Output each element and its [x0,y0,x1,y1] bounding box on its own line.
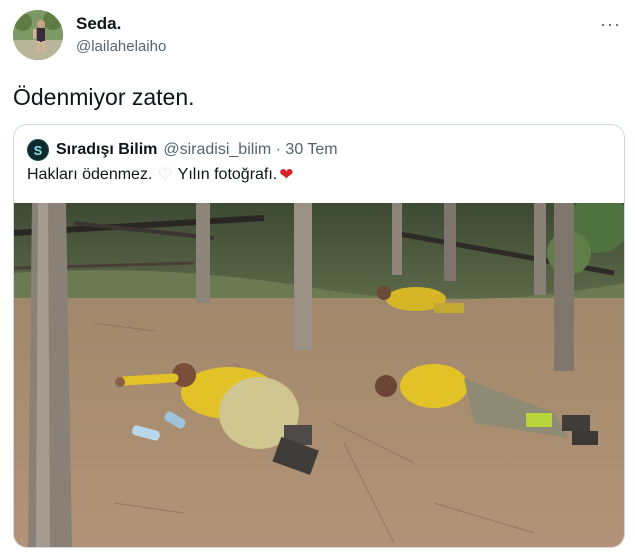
user-handle[interactable]: @lailahelaiho [76,38,166,55]
quoted-text-part-1: Hakları ödenmez. [27,166,153,183]
red-heart-icon: ❤ [279,165,294,184]
more-options-icon[interactable]: ··· [600,14,621,35]
forest-photo[interactable] [14,203,624,547]
display-name[interactable]: Seda. [76,14,121,34]
avatar[interactable] [13,10,63,60]
quoted-display-name[interactable]: Sıradışı Bilim [56,141,157,159]
quoted-tweet[interactable]: S Sıradışı Bilim @siradisi_bilim · 30 Te… [13,124,625,548]
white-heart-icon: ♡ [157,165,173,184]
tweet-text: Ödenmiyor zaten. [13,84,195,110]
quoted-tweet-header: S Sıradışı Bilim @siradisi_bilim · 30 Te… [27,139,338,161]
quoted-handle-date: @siradisi_bilim · 30 Tem [163,141,338,158]
quoted-text-part-2: Yılın fotoğrafı. [177,166,278,183]
quoted-tweet-text: Hakları ödenmez. ♡ Yılın fotoğrafı. ❤ [27,165,294,185]
quoted-avatar[interactable]: S [27,139,49,161]
